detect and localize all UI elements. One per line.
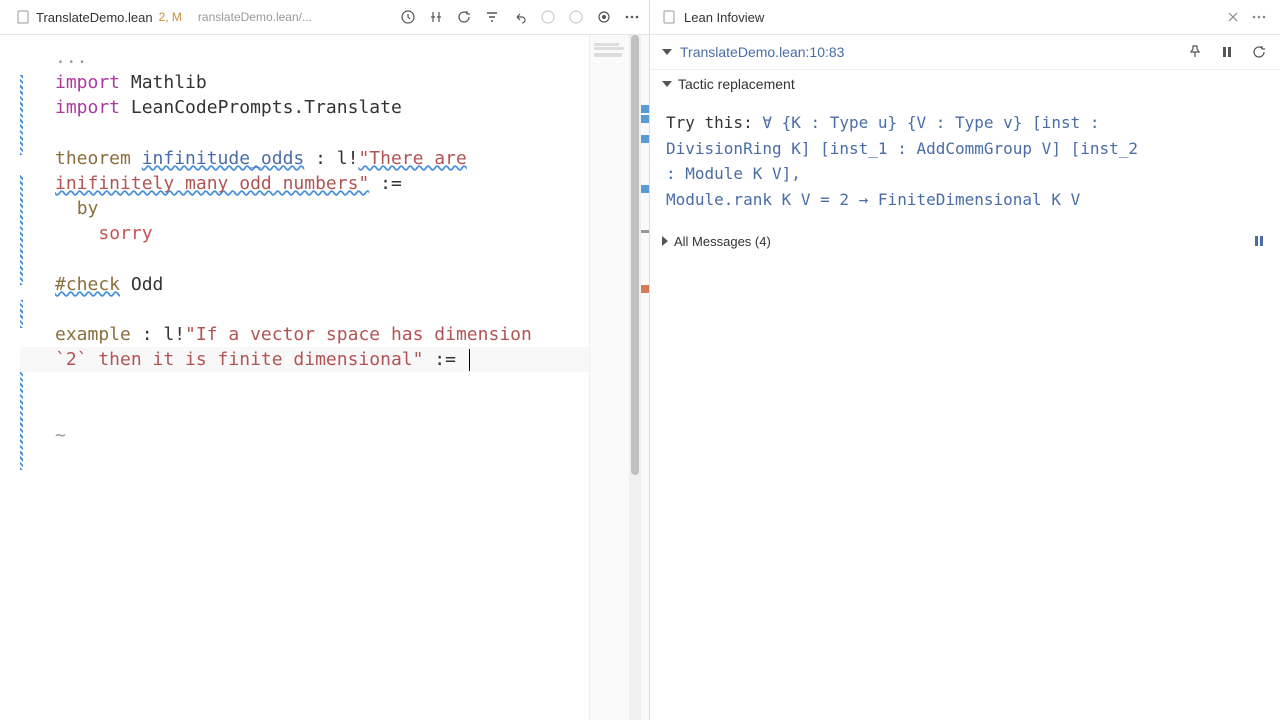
editor-toolbar: [399, 8, 641, 26]
pause-icon[interactable]: [1218, 43, 1236, 61]
infoview-tab-bar: Lean Infoview: [650, 0, 1280, 35]
infoview-tab-label[interactable]: Lean Infoview: [684, 10, 764, 25]
refresh-icon[interactable]: [455, 8, 473, 26]
chevron-down-icon: [662, 49, 672, 55]
compare-icon[interactable]: [427, 8, 445, 26]
all-messages-toggle[interactable]: All Messages (4): [650, 224, 1280, 258]
next-icon[interactable]: [567, 8, 585, 26]
overview-ruler[interactable]: [641, 35, 649, 720]
minimap[interactable]: [589, 35, 629, 720]
file-icon: [16, 10, 30, 24]
code-fold-dots[interactable]: ...: [20, 45, 589, 70]
tab-filename: TranslateDemo.lean: [36, 10, 153, 25]
more-icon[interactable]: [623, 8, 641, 26]
location-label: TranslateDemo.lean:10:83: [680, 44, 844, 60]
chevron-right-icon: [662, 236, 668, 246]
chevron-down-icon: [662, 81, 672, 87]
file-icon: [662, 10, 676, 24]
editor-tab-bar: TranslateDemo.lean 2, M ranslateDemo.lea…: [0, 0, 649, 35]
try-this-label: Try this:: [666, 113, 762, 132]
editor-scrollbar[interactable]: [629, 35, 641, 720]
tactic-suggestion: Try this: ∀ {K : Type u} {V : Type v} [i…: [650, 98, 1280, 224]
breadcrumb: ranslateDemo.lean/...: [198, 10, 312, 24]
text-cursor: [469, 349, 470, 371]
messages-label: All Messages (4): [674, 234, 771, 249]
editor-tab[interactable]: TranslateDemo.lean 2, M: [8, 6, 190, 29]
infoview-location-header[interactable]: TranslateDemo.lean:10:83: [650, 35, 1280, 70]
undo-icon[interactable]: [511, 8, 529, 26]
editor-pane: TranslateDemo.lean 2, M ranslateDemo.lea…: [0, 0, 650, 720]
infoview-pane: Lean Infoview TranslateDemo.lean:10:83 T…: [650, 0, 1280, 720]
editor-container[interactable]: ... import Mathlib import LeanCodePrompt…: [0, 35, 649, 720]
prev-icon[interactable]: [539, 8, 557, 26]
target-icon[interactable]: [595, 8, 613, 26]
more-icon[interactable]: [1250, 8, 1268, 26]
refresh-icon[interactable]: [1250, 43, 1268, 61]
pause-icon[interactable]: [1250, 232, 1268, 250]
pin-icon[interactable]: [1186, 43, 1204, 61]
tab-badge: 2, M: [159, 10, 182, 24]
filter-icon[interactable]: [483, 8, 501, 26]
close-icon[interactable]: [1224, 8, 1242, 26]
history-icon[interactable]: [399, 8, 417, 26]
tilde-marker: ~: [20, 423, 589, 448]
code-editor[interactable]: ... import Mathlib import LeanCodePrompt…: [0, 35, 589, 720]
section-label: Tactic replacement: [678, 76, 795, 92]
tactic-section-header[interactable]: Tactic replacement: [650, 70, 1280, 98]
